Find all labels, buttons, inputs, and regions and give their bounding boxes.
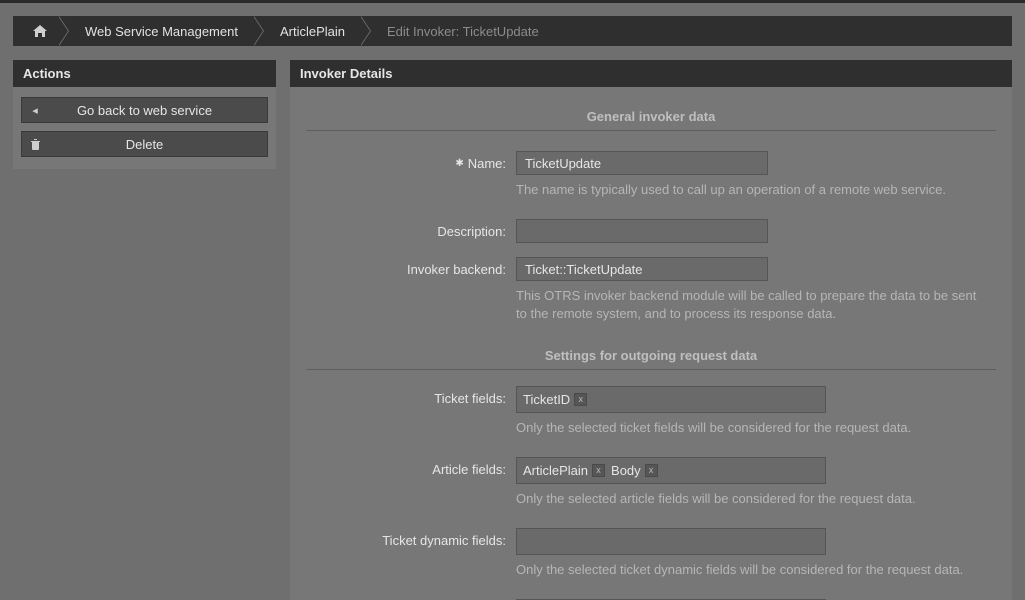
sidebar-title: Actions [13, 60, 276, 87]
tag: ArticlePlain x [523, 463, 605, 478]
tag-label: Body [611, 463, 641, 478]
description-input[interactable] [516, 219, 768, 243]
delete-button[interactable]: Delete [21, 131, 268, 157]
back-icon: ◂ [22, 104, 48, 117]
tag: Bodyx [611, 463, 658, 478]
ticket-dyn-select[interactable] [516, 528, 826, 555]
backend-label: Invoker backend: [306, 257, 516, 277]
breadcrumb-home[interactable] [23, 16, 61, 46]
name-input[interactable] [516, 151, 768, 175]
main-title: Invoker Details [290, 60, 1012, 87]
section-rule-2 [306, 369, 996, 370]
row-backend: Invoker backend: Ticket::TicketUpdate Th… [306, 257, 996, 337]
row-description: Description: [306, 219, 996, 251]
article-fields-hint: Only the selected article fields will be… [516, 490, 986, 508]
description-label: Description: [306, 219, 516, 239]
delete-button-label: Delete [48, 137, 267, 152]
breadcrumb-wsm[interactable]: Web Service Management [61, 16, 256, 46]
sidebar: Actions ◂ Go back to web service Delete [13, 60, 276, 600]
ticket-fields-hint: Only the selected ticket fields will be … [516, 419, 986, 437]
tag-remove-icon[interactable]: x [574, 393, 587, 406]
section-outgoing-title: Settings for outgoing request data [306, 348, 996, 363]
trash-icon [22, 138, 48, 150]
ticket-dyn-hint: Only the selected ticket dynamic fields … [516, 561, 986, 579]
backend-value: Ticket::TicketUpdate [516, 257, 768, 281]
main-panel: Invoker Details General invoker data ✱Na… [290, 60, 1012, 600]
row-ticket-dyn: Ticket dynamic fields: Only the selected… [306, 528, 996, 593]
tag-label: TicketID [523, 392, 570, 407]
row-ticket-fields: Ticket fields: TicketID x Only the select… [306, 386, 996, 451]
breadcrumb-edit: Edit Invoker: TicketUpdate [363, 16, 557, 46]
section-rule [306, 130, 996, 131]
backend-hint: This OTRS invoker backend module will be… [516, 287, 986, 323]
breadcrumb-edit-label: Edit Invoker: TicketUpdate [387, 24, 539, 39]
ticket-dyn-label: Ticket dynamic fields: [306, 528, 516, 548]
article-fields-select[interactable]: ArticlePlainxBodyx [516, 457, 826, 484]
back-button-label: Go back to web service [48, 103, 267, 118]
tag-label: ArticlePlain [523, 463, 588, 478]
section-general-title: General invoker data [306, 109, 996, 124]
ticket-fields-select[interactable]: TicketID x [516, 386, 826, 413]
tag-remove-icon[interactable]: x [645, 464, 658, 477]
tag: TicketID x [523, 392, 587, 407]
ticket-fields-label: Ticket fields: [306, 386, 516, 406]
name-label: ✱Name: [306, 151, 516, 171]
name-hint: The name is typically used to call up an… [516, 181, 986, 199]
breadcrumb-article-label: ArticlePlain [280, 24, 345, 39]
back-button[interactable]: ◂ Go back to web service [21, 97, 268, 123]
name-label-text: Name: [468, 156, 506, 171]
breadcrumb-wsm-label: Web Service Management [85, 24, 238, 39]
row-name: ✱Name: The name is typically used to cal… [306, 151, 996, 213]
home-icon [33, 25, 47, 37]
breadcrumb-article[interactable]: ArticlePlain [256, 16, 363, 46]
breadcrumb: Web Service Management ArticlePlain Edit… [13, 16, 1012, 46]
tag-remove-icon[interactable]: x [592, 464, 605, 477]
row-article-fields: Article fields: ArticlePlainxBodyx Only … [306, 457, 996, 522]
article-fields-label: Article fields: [306, 457, 516, 477]
